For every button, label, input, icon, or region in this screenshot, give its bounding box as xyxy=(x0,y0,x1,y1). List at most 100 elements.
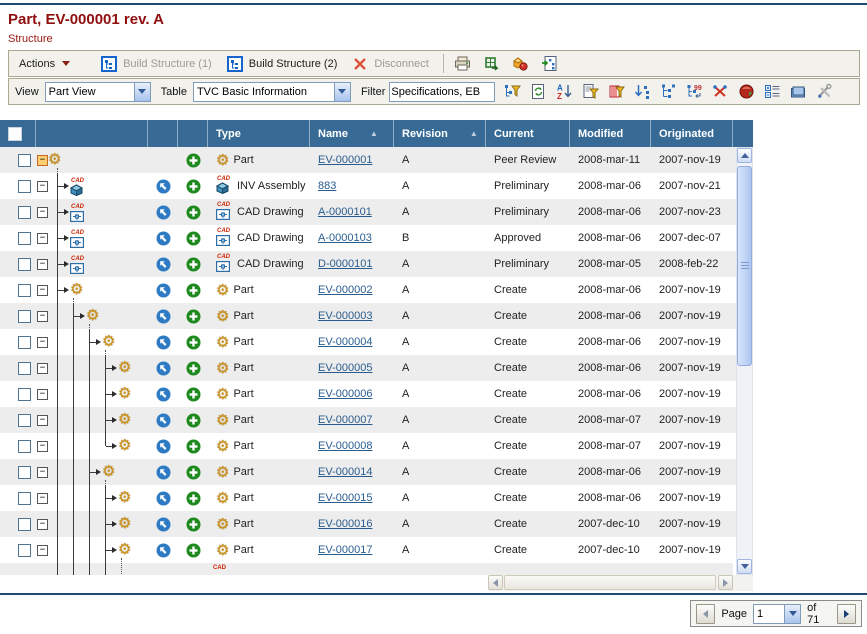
name-link[interactable]: D-0000101 xyxy=(318,258,372,270)
table-filter-icon[interactable] xyxy=(607,83,625,101)
collapse-toggle[interactable]: − xyxy=(37,363,48,374)
name-link[interactable]: EV-000002 xyxy=(318,284,372,296)
printer-icon[interactable] xyxy=(454,55,472,73)
structure-filter-icon[interactable] xyxy=(503,83,521,101)
collapse-toggle[interactable]: − xyxy=(37,181,48,192)
add-icon[interactable] xyxy=(184,385,202,403)
remove-link-icon[interactable] xyxy=(711,83,729,101)
row-checkbox[interactable] xyxy=(18,232,31,245)
expand-all-icon[interactable] xyxy=(633,83,651,101)
structure-navigate-icon[interactable] xyxy=(154,177,172,195)
visualize-3d-icon[interactable] xyxy=(512,55,530,73)
scroll-left-button[interactable] xyxy=(488,575,503,590)
scroll-down-button[interactable] xyxy=(737,559,752,574)
tools-icon[interactable] xyxy=(815,83,833,101)
name-link[interactable]: 883 xyxy=(318,180,336,192)
structure-navigate-icon[interactable] xyxy=(154,463,172,481)
add-icon[interactable] xyxy=(184,359,202,377)
collapse-toggle[interactable]: − xyxy=(37,285,48,296)
status-sphere-icon[interactable] xyxy=(737,83,755,101)
row-checkbox[interactable] xyxy=(18,440,31,453)
row-checkbox[interactable] xyxy=(18,414,31,427)
collapse-toggle[interactable]: − xyxy=(37,493,48,504)
row-checkbox[interactable] xyxy=(18,206,31,219)
column-header-originated[interactable]: Originated xyxy=(651,120,733,147)
name-link[interactable]: A-0000101 xyxy=(318,206,372,218)
filter-input[interactable] xyxy=(389,82,495,102)
add-icon[interactable] xyxy=(184,489,202,507)
previous-page-button[interactable] xyxy=(696,604,715,624)
add-icon[interactable] xyxy=(184,541,202,559)
collapse-toggle[interactable]: − xyxy=(37,259,48,270)
structure-navigate-icon[interactable] xyxy=(154,281,172,299)
row-checkbox[interactable] xyxy=(18,388,31,401)
row-checkbox[interactable] xyxy=(18,518,31,531)
folder-icon[interactable] xyxy=(789,83,807,101)
name-link[interactable]: EV-000014 xyxy=(318,466,372,478)
column-header-modified[interactable]: Modified xyxy=(570,120,651,147)
structure-navigate-icon[interactable] xyxy=(154,229,172,247)
column-select-icon[interactable] xyxy=(763,83,781,101)
name-link[interactable]: EV-000008 xyxy=(318,440,372,452)
select-all-checkbox[interactable] xyxy=(8,127,22,141)
build-structure-2-button[interactable]: Build Structure (2) xyxy=(226,55,338,73)
structure-navigate-icon[interactable] xyxy=(154,489,172,507)
row-checkbox[interactable] xyxy=(18,492,31,505)
collapse-toggle[interactable]: − xyxy=(37,155,48,166)
row-checkbox[interactable] xyxy=(18,284,31,297)
column-header-type[interactable]: Type xyxy=(208,120,310,147)
row-checkbox[interactable] xyxy=(18,180,31,193)
row-checkbox[interactable] xyxy=(18,258,31,271)
page-filter-icon[interactable] xyxy=(581,83,599,101)
table-select[interactable]: TVC Basic Information xyxy=(193,82,351,102)
add-icon[interactable] xyxy=(184,281,202,299)
row-checkbox[interactable] xyxy=(18,544,31,557)
collapse-toggle[interactable]: − xyxy=(37,311,48,322)
collapse-toggle[interactable]: − xyxy=(37,337,48,348)
add-icon[interactable] xyxy=(184,463,202,481)
row-checkbox[interactable] xyxy=(18,466,31,479)
vertical-scroll-thumb[interactable] xyxy=(737,166,752,366)
horizontal-scroll-thumb[interactable] xyxy=(504,575,716,590)
add-icon[interactable] xyxy=(184,515,202,533)
collapse-toggle[interactable]: − xyxy=(37,389,48,400)
page-select[interactable]: 1 xyxy=(753,604,801,624)
row-checkbox[interactable] xyxy=(18,154,31,167)
scroll-up-button[interactable] xyxy=(737,148,752,163)
name-link[interactable]: EV-000015 xyxy=(318,492,372,504)
vertical-scrollbar[interactable] xyxy=(736,147,753,575)
scroll-right-button[interactable] xyxy=(718,575,733,590)
name-link[interactable]: EV-000016 xyxy=(318,518,372,530)
add-icon[interactable] xyxy=(184,255,202,273)
collapse-toggle[interactable]: − xyxy=(37,467,48,478)
structure-navigate-icon[interactable] xyxy=(154,437,172,455)
export-table-icon[interactable] xyxy=(483,55,501,73)
structure-navigate-icon[interactable] xyxy=(154,385,172,403)
row-checkbox[interactable] xyxy=(18,362,31,375)
collapse-toggle[interactable]: − xyxy=(37,233,48,244)
add-icon[interactable] xyxy=(184,437,202,455)
collapse-toggle[interactable]: − xyxy=(37,441,48,452)
add-icon[interactable] xyxy=(184,229,202,247)
column-header-revision[interactable]: Revision▲ xyxy=(394,120,486,147)
tree-levels-icon[interactable] xyxy=(659,83,677,101)
add-icon[interactable] xyxy=(184,333,202,351)
name-link[interactable]: EV-000007 xyxy=(318,414,372,426)
structure-navigate-icon[interactable] xyxy=(154,359,172,377)
name-link[interactable]: EV-000001 xyxy=(318,154,372,166)
horizontal-scrollbar[interactable] xyxy=(488,575,733,591)
collapse-toggle[interactable]: − xyxy=(37,545,48,556)
collapse-toggle[interactable]: − xyxy=(37,207,48,218)
row-checkbox[interactable] xyxy=(18,310,31,323)
add-icon[interactable] xyxy=(184,411,202,429)
structure-navigate-icon[interactable] xyxy=(154,541,172,559)
structure-navigate-icon[interactable] xyxy=(154,411,172,429)
structure-navigate-icon[interactable] xyxy=(154,255,172,273)
structure-navigate-icon[interactable] xyxy=(154,333,172,351)
view-select[interactable]: Part View xyxy=(45,82,151,102)
name-link[interactable]: EV-000004 xyxy=(318,336,372,348)
name-link[interactable]: EV-000003 xyxy=(318,310,372,322)
next-page-button[interactable] xyxy=(837,604,856,624)
name-link[interactable]: EV-000006 xyxy=(318,388,372,400)
add-icon[interactable] xyxy=(184,177,202,195)
